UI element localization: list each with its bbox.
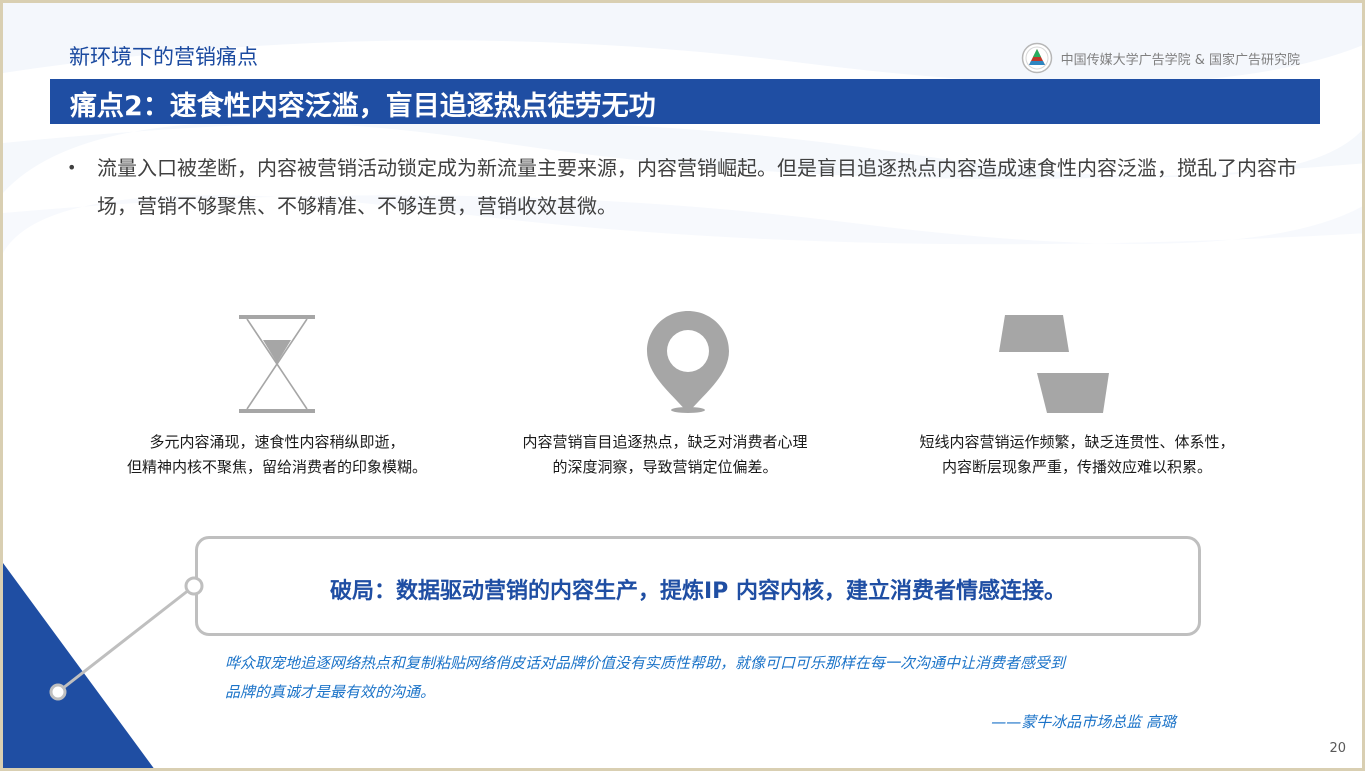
page-number: 20 <box>1329 741 1346 756</box>
card-caption-blind-chasing: 内容营销盲目追逐热点，缺乏对消费者心理 的深度洞察，导致营销定位偏差。 <box>455 430 875 480</box>
card-caption-line: 内容断层现象严重，传播效应难以积累。 <box>941 458 1212 476</box>
title-bar: 痛点2：速食性内容泛滥，盲目追逐热点徒劳无功 <box>50 79 1320 124</box>
quote-line: 哗众取宠地追逐网络热点和复制粘贴网络俏皮话对品牌价值没有实质性帮助，就像可口可乐… <box>225 654 1066 672</box>
bullet-point: • 流量入口被垄断，内容被营销活动锁定成为新流量主要来源，内容营销崛起。但是盲目… <box>67 149 1297 225</box>
organization-header: 中国传媒大学广告学院 & 国家广告研究院 <box>1021 42 1300 74</box>
hourglass-icon <box>239 315 315 413</box>
solution-callout-box: 破局：数据驱动营销的内容生产，提炼IP 内容内核，建立消费者情感连接。 <box>195 536 1201 636</box>
card-caption-short-term: 短线内容营销运作频繁，缺乏连贯性、体系性， 内容断层现象严重，传播效应难以积累。 <box>867 430 1287 480</box>
card-caption-line: 但精神内核不聚焦，留给消费者的印象模糊。 <box>126 458 427 476</box>
card-caption-line: 内容营销盲目追逐热点，缺乏对消费者心理 <box>522 433 808 451</box>
quote-line: 品牌的真诚才是最有效的沟通。 <box>225 683 436 701</box>
organization-name: 中国传媒大学广告学院 & 国家广告研究院 <box>1060 52 1300 68</box>
university-logo-icon <box>1021 42 1052 74</box>
slide: 新环境下的营销痛点 中国传媒大学广告学院 & 国家广告研究院 痛点2：速食性内容… <box>0 0 1365 771</box>
section-title: 新环境下的营销痛点 <box>69 45 258 69</box>
bullet-dot-icon: • <box>67 158 77 177</box>
card-caption-line: 的深度洞察，导致营销定位偏差。 <box>552 458 778 476</box>
card-caption-line: 多元内容涌现，速食性内容稍纵即逝， <box>149 433 405 451</box>
solution-text: 破局：数据驱动营销的内容生产，提炼IP 内容内核，建立消费者情感连接。 <box>330 579 1066 604</box>
connector-node-icon <box>184 576 204 596</box>
card-caption-content-flood: 多元内容涌现，速食性内容稍纵即逝， 但精神内核不聚焦，留给消费者的印象模糊。 <box>67 430 487 480</box>
quote-attribution: ——蒙牛冰品市场总监 高璐 <box>991 713 1176 731</box>
slide-title: 痛点2：速食性内容泛滥，盲目追逐热点徒劳无功 <box>70 91 656 122</box>
executive-quote: 哗众取宠地追逐网络热点和复制粘贴网络俏皮话对品牌价值没有实质性帮助，就像可口可乐… <box>225 649 1205 707</box>
card-caption-line: 短线内容营销运作频繁，缺乏连贯性、体系性， <box>919 433 1235 451</box>
map-pin-icon <box>647 311 729 413</box>
broken-shapes-icon <box>999 315 1109 413</box>
bullet-text: 流量入口被垄断，内容被营销活动锁定成为新流量主要来源，内容营销崛起。但是盲目追逐… <box>97 156 1297 218</box>
